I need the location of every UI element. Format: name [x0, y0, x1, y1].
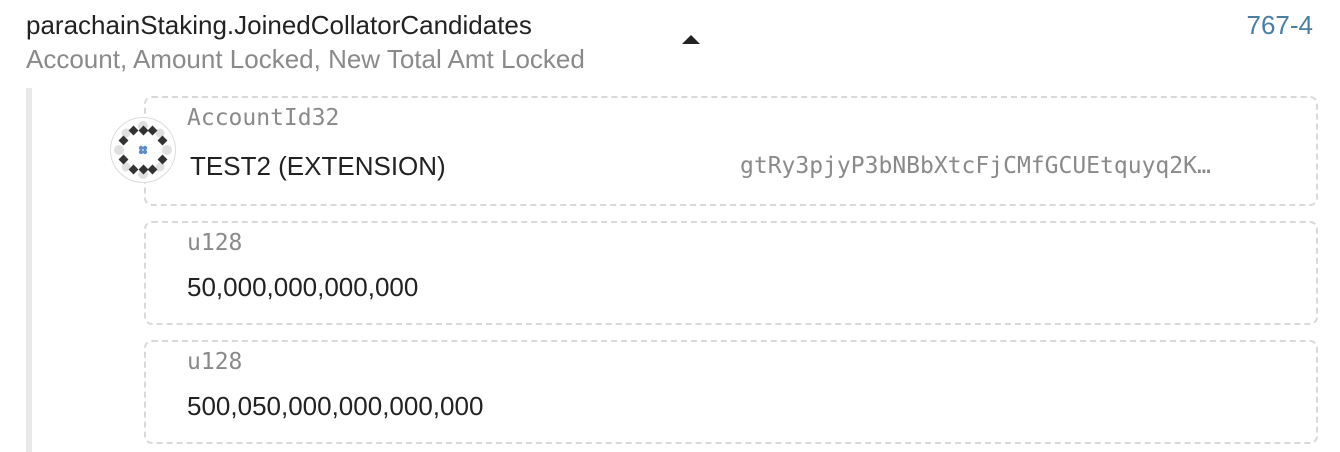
event-header: parachainStaking.JoinedCollatorCandidate…: [0, 0, 1340, 86]
event-title: parachainStaking.JoinedCollatorCandidate…: [26, 10, 532, 40]
param-type-label: u128: [187, 349, 243, 375]
param-type-label: u128: [187, 230, 243, 256]
param-type-label: AccountId32: [187, 105, 340, 131]
event-index-link[interactable]: 767-4: [1247, 9, 1314, 41]
event-params: AccountId32 TEST2 (EXTENSION) gtRy3pjyP3…: [26, 88, 1340, 452]
param-amount-locked: u128 50,000,000,000,000: [144, 221, 1318, 325]
amount-locked-value: 50,000,000,000,000: [187, 272, 419, 302]
account-name: TEST2 (EXTENSION): [190, 151, 446, 181]
param-new-total-locked: u128 500,050,000,000,000,000: [144, 340, 1318, 444]
new-total-locked-value: 500,050,000,000,000,000: [187, 391, 484, 421]
identicon-icon[interactable]: [110, 117, 176, 183]
caret-up-icon[interactable]: [676, 28, 706, 50]
account-address[interactable]: gtRy3pjyP3bNBbXtcFjCMfGCUEtquyq2K…: [740, 151, 1260, 181]
param-account: AccountId32 TEST2 (EXTENSION) gtRy3pjyP3…: [144, 96, 1318, 206]
event-subtitle: Account, Amount Locked, New Total Amt Lo…: [26, 44, 585, 74]
